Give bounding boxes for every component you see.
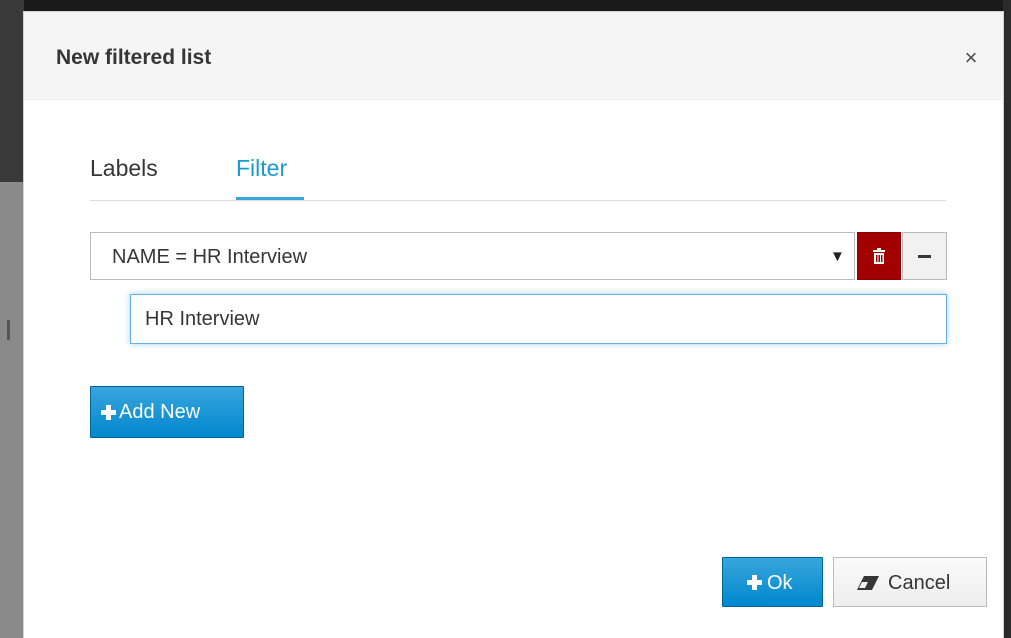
ok-button[interactable]: Ok — [722, 557, 823, 607]
filter-row: NAME = HR Interview ▼ — [90, 232, 947, 282]
cancel-button[interactable]: Cancel — [833, 557, 987, 607]
new-filtered-list-dialog: New filtered list × Labels Filter NAME =… — [24, 12, 1003, 638]
filter-condition-value: NAME = HR Interview — [112, 246, 308, 268]
dialog-header: New filtered list × — [24, 12, 1003, 100]
tab-bar: Labels Filter — [90, 140, 946, 201]
add-new-button[interactable]: Add New — [90, 386, 244, 438]
delete-filter-button[interactable] — [857, 232, 901, 280]
backdrop-right — [1003, 0, 1011, 638]
minus-icon — [918, 255, 931, 258]
backdrop-left-mark — [7, 320, 10, 340]
active-tab-indicator — [236, 197, 304, 200]
plus-icon — [101, 405, 116, 420]
filter-condition-select[interactable]: NAME = HR Interview ▼ — [90, 232, 855, 280]
tab-labels[interactable]: Labels — [90, 154, 158, 182]
eraser-icon — [857, 576, 879, 590]
tab-filter[interactable]: Filter — [236, 154, 287, 182]
backdrop-left-lower — [0, 182, 24, 638]
dialog-title: New filtered list — [56, 46, 212, 69]
caret-down-icon: ▼ — [830, 248, 845, 265]
plus-icon — [747, 575, 762, 590]
add-new-label: Add New — [119, 401, 201, 423]
cancel-label: Cancel — [888, 572, 951, 594]
trash-icon — [873, 248, 885, 264]
close-button[interactable]: × — [961, 45, 981, 71]
backdrop-top — [0, 0, 1011, 12]
ok-label: Ok — [767, 572, 793, 594]
filter-value-input[interactable] — [130, 294, 947, 344]
collapse-filter-button[interactable] — [902, 232, 947, 280]
